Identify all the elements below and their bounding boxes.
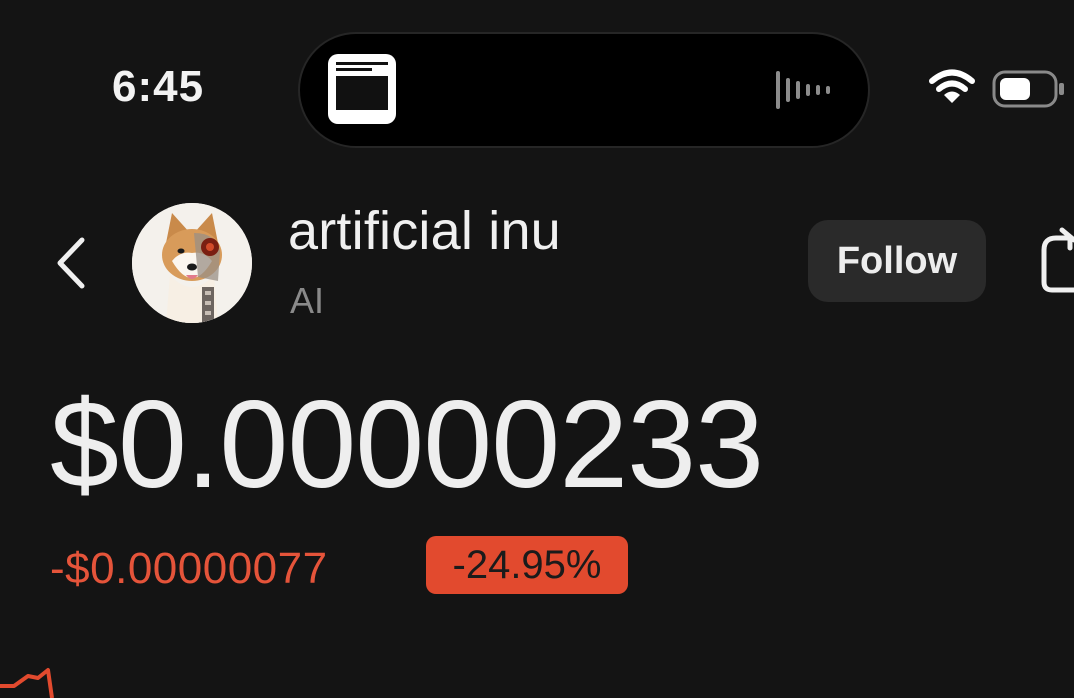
share-icon[interactable] (1040, 226, 1074, 296)
shiba-inu-image (132, 203, 252, 323)
token-name: artificial inu (288, 201, 561, 261)
price-change-percent-badge: -24.95% (426, 536, 628, 594)
audio-waveform-icon (776, 70, 830, 110)
current-price: $0.00000233 (50, 376, 764, 514)
live-activity-app-icon[interactable] (328, 54, 396, 124)
wifi-icon (929, 69, 975, 103)
token-symbol: AI (290, 280, 325, 321)
chart-line-fragment (0, 668, 54, 698)
token-avatar[interactable] (132, 203, 252, 323)
chevron-left-icon[interactable] (54, 236, 88, 290)
follow-button[interactable]: Follow (808, 220, 986, 302)
status-time: 6:45 (112, 62, 205, 111)
price-change-value: -$0.00000077 (50, 544, 328, 593)
battery-icon (992, 70, 1064, 108)
